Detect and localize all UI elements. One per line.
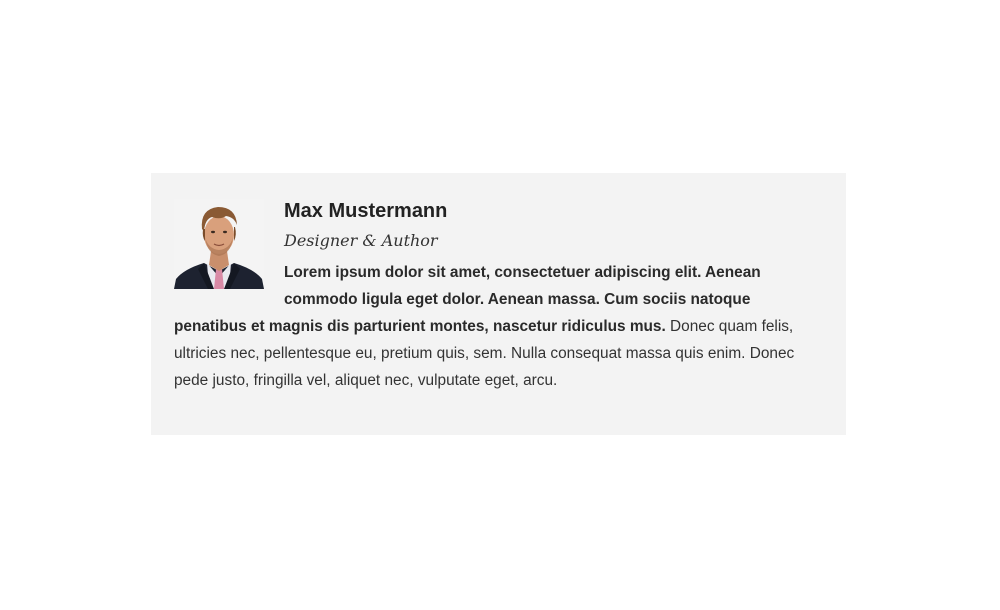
- author-role: Designer & Author: [284, 231, 438, 250]
- author-avatar: [174, 199, 264, 289]
- author-bio-text: Lorem ipsum dolor sit amet, consectetuer…: [174, 259, 823, 394]
- author-bio-box: Max Mustermann Designer & Author Lorem i…: [151, 173, 846, 435]
- author-name: Max Mustermann: [284, 200, 448, 222]
